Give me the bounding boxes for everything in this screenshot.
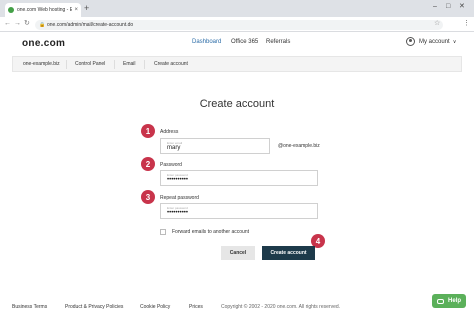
browser-menu-icon[interactable]: ⋮ bbox=[463, 20, 470, 28]
footer-prices[interactable]: Prices bbox=[189, 304, 203, 310]
address-label: Address bbox=[160, 129, 179, 135]
breadcrumb-divider bbox=[66, 60, 67, 69]
forward-emails-checkbox[interactable] bbox=[160, 229, 166, 235]
domain-suffix: @one-example.biz bbox=[278, 143, 320, 149]
address-input[interactable]: Enter email mary bbox=[160, 138, 270, 154]
repeat-password-field[interactable]: Enter password •••••••••• bbox=[160, 203, 318, 219]
help-label: Help bbox=[447, 298, 461, 304]
lock-icon: 🔒 bbox=[39, 22, 46, 28]
reload-icon[interactable]: ↻ bbox=[24, 20, 30, 28]
site-favicon-icon bbox=[8, 7, 14, 13]
footer-business-terms[interactable]: Business Terms bbox=[12, 304, 47, 310]
url-field[interactable]: 🔒 one.com/admin/mail/create-account.do bbox=[35, 20, 443, 30]
site-header: one.com Dashboard Office 365 Referrals M… bbox=[0, 32, 474, 54]
window-close-icon[interactable]: ✕ bbox=[459, 3, 465, 11]
my-account-menu[interactable]: My account ∨ bbox=[406, 37, 456, 46]
new-tab-icon[interactable]: + bbox=[84, 3, 89, 13]
forward-emails-option[interactable]: Forward emails to another account bbox=[160, 229, 249, 235]
step-badge-1: 1 bbox=[141, 124, 155, 138]
url-text: one.com/admin/mail/create-account.do bbox=[47, 22, 134, 28]
footer-cookie-policy[interactable]: Cookie Policy bbox=[140, 304, 170, 310]
my-account-label: My account bbox=[419, 38, 450, 45]
forward-emails-label: Forward emails to another account bbox=[172, 229, 249, 235]
site-logo[interactable]: one.com bbox=[22, 38, 65, 49]
browser-tab[interactable]: one.com Web hosting - Elemen × bbox=[5, 3, 81, 17]
footer-privacy-policies[interactable]: Product & Privacy Policies bbox=[65, 304, 123, 310]
address-bar: ← → ↻ 🔒 one.com/admin/mail/create-accoun… bbox=[0, 17, 474, 32]
chat-bubble-icon bbox=[436, 298, 444, 304]
nav-office-365[interactable]: Office 365 bbox=[231, 39, 258, 45]
breadcrumb-create-account: Create account bbox=[154, 61, 188, 67]
bookmark-star-icon[interactable]: ☆ bbox=[434, 20, 440, 28]
copyright-text: Copyright © 2002 - 2020 one.com. All rig… bbox=[221, 304, 341, 310]
tab-close-icon[interactable]: × bbox=[74, 7, 78, 13]
cancel-button[interactable]: Cancel bbox=[221, 246, 255, 260]
back-icon[interactable]: ← bbox=[4, 20, 11, 28]
user-icon bbox=[406, 37, 415, 46]
breadcrumb-control-panel[interactable]: Control Panel bbox=[75, 61, 105, 67]
password-label: Password bbox=[160, 162, 182, 168]
password-field[interactable]: Enter password •••••••••• bbox=[160, 170, 318, 186]
breadcrumb-divider bbox=[114, 60, 115, 69]
address-value: mary bbox=[167, 145, 181, 151]
site-footer: Business Terms Product & Privacy Policie… bbox=[0, 296, 474, 318]
password-value: •••••••••• bbox=[167, 177, 189, 183]
nav-dashboard[interactable]: Dashboard bbox=[192, 39, 221, 45]
repeat-password-label: Repeat password bbox=[160, 195, 199, 201]
step-badge-2: 2 bbox=[141, 157, 155, 171]
help-button[interactable]: Help bbox=[432, 294, 466, 308]
step-badge-3: 3 bbox=[141, 190, 155, 204]
maximize-icon[interactable]: □ bbox=[446, 3, 450, 11]
repeat-password-value: •••••••••• bbox=[167, 210, 189, 216]
forward-icon[interactable]: → bbox=[14, 20, 21, 28]
breadcrumb-divider bbox=[144, 60, 145, 69]
nav-referrals[interactable]: Referrals bbox=[266, 39, 290, 45]
breadcrumb-email[interactable]: Email bbox=[123, 61, 136, 67]
browser-tab-bar: one.com Web hosting - Elemen × + – □ ✕ bbox=[0, 0, 474, 17]
minimize-icon[interactable]: – bbox=[433, 3, 437, 11]
create-account-button[interactable]: Create account bbox=[262, 246, 315, 260]
breadcrumb: one-example.biz Control Panel Email Crea… bbox=[12, 56, 462, 72]
tab-title: one.com Web hosting - Elemen bbox=[17, 7, 73, 13]
page-title: Create account bbox=[199, 98, 275, 110]
breadcrumb-domain[interactable]: one-example.biz bbox=[23, 61, 60, 67]
chevron-down-icon: ∨ bbox=[452, 38, 457, 45]
